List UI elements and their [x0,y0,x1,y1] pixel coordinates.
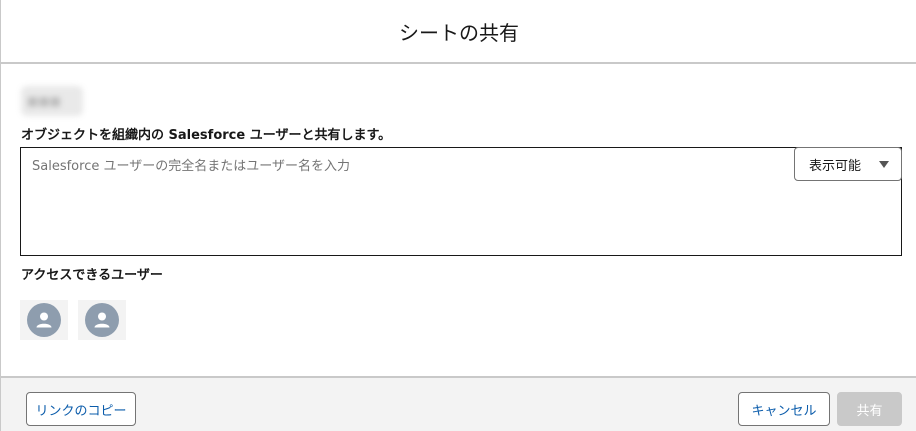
chevron-down-icon [879,160,889,168]
user-search-box[interactable]: 表示可能 [20,147,902,256]
share-sheet-dialog: シートの共有 ■■■ オブジェクトを組織内の Salesforce ユーザーと共… [0,0,916,431]
permission-select[interactable]: 表示可能 [794,147,902,181]
user-avatar[interactable] [20,300,68,340]
dialog-header: シートの共有 [1,0,916,64]
copy-link-button[interactable]: リンクのコピー [26,392,136,426]
dialog-footer: リンクのコピー キャンセル 共有 [1,376,916,431]
cancel-button[interactable]: キャンセル [738,392,830,426]
share-instruction-label: オブジェクトを組織内の Salesforce ユーザーと共有します。 [21,128,392,143]
permission-select-value: 表示可能 [809,158,862,174]
user-icon [85,303,119,337]
owner-name-text: ■■■ [27,94,62,108]
dialog-title: シートの共有 [399,20,519,45]
user-search-input[interactable] [30,154,794,178]
owner-name-blurred: ■■■ [21,86,83,116]
user-avatar[interactable] [78,300,126,340]
user-icon [27,303,61,337]
dialog-body: ■■■ オブジェクトを組織内の Salesforce ユーザーと共有します。 表… [1,64,916,376]
access-users-label: アクセスできるユーザー [21,268,163,283]
share-button[interactable]: 共有 [837,392,902,426]
